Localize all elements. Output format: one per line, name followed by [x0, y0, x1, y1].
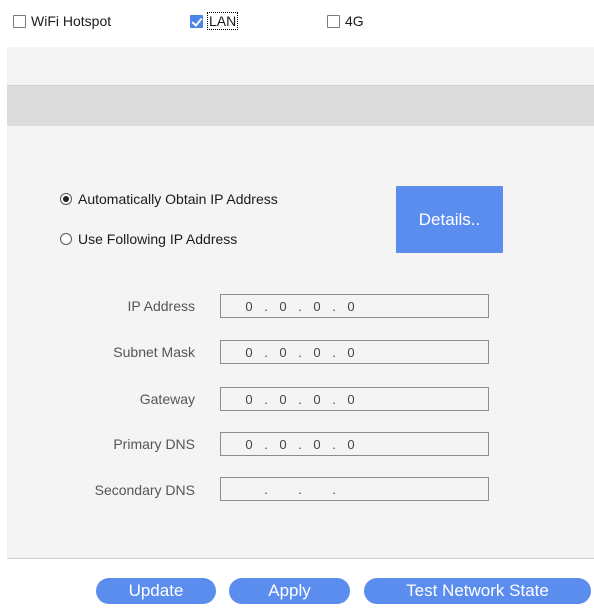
gateway-field[interactable]: 0. 0. 0. 0 — [220, 387, 489, 411]
tab-4g-label: 4G — [345, 13, 364, 29]
subnet-octet-2: 0 — [279, 344, 287, 360]
pdns-octet-4: 0 — [347, 436, 355, 452]
subnet-mask-label: Subnet Mask — [113, 344, 195, 360]
gateway-octet-2: 0 — [279, 391, 287, 407]
ip-address-label: IP Address — [127, 298, 195, 314]
section-bar — [7, 85, 594, 126]
details-button[interactable]: Details.. — [396, 186, 503, 253]
test-network-state-button[interactable]: Test Network State — [364, 578, 591, 604]
primary-dns-field[interactable]: 0. 0. 0. 0 — [220, 432, 489, 456]
ip-address-field[interactable]: 0. 0. 0. 0 — [220, 294, 489, 318]
apply-button[interactable]: Apply — [229, 578, 350, 604]
gateway-octet-1: 0 — [245, 391, 253, 407]
ip-octet-2: 0 — [279, 298, 287, 314]
gateway-octet-4: 0 — [347, 391, 355, 407]
update-button[interactable]: Update — [96, 578, 216, 604]
manual-ip-label: Use Following IP Address — [78, 231, 238, 247]
auto-ip-option[interactable]: Automatically Obtain IP Address — [60, 191, 278, 207]
lan-checkbox[interactable] — [190, 14, 203, 28]
panel-header — [7, 47, 594, 85]
pdns-octet-3: 0 — [313, 436, 321, 452]
manual-ip-radio[interactable] — [60, 233, 72, 245]
gateway-octet-3: 0 — [313, 391, 321, 407]
subnet-octet-1: 0 — [245, 344, 253, 360]
ip-octet-3: 0 — [313, 298, 321, 314]
secondary-dns-label: Secondary DNS — [94, 482, 195, 498]
pdns-octet-2: 0 — [279, 436, 287, 452]
gateway-label: Gateway — [139, 391, 195, 407]
tab-4g[interactable]: 4G — [327, 12, 364, 30]
wifi-hotspot-checkbox[interactable] — [13, 14, 26, 28]
secondary-dns-field[interactable]: . . . — [220, 477, 489, 501]
ip-octet-4: 0 — [347, 298, 355, 314]
tab-wifi-hotspot-label: WiFi Hotspot — [31, 13, 112, 29]
subnet-mask-field[interactable]: 0. 0. 0. 0 — [220, 340, 489, 364]
auto-ip-radio[interactable] — [60, 193, 72, 205]
subnet-octet-3: 0 — [313, 344, 321, 360]
ip-octet-1: 0 — [245, 298, 253, 314]
auto-ip-label: Automatically Obtain IP Address — [78, 191, 278, 207]
tab-wifi-hotspot[interactable]: WiFi Hotspot — [13, 12, 111, 30]
pdns-octet-1: 0 — [245, 436, 253, 452]
manual-ip-option[interactable]: Use Following IP Address — [60, 231, 237, 247]
primary-dns-label: Primary DNS — [113, 436, 195, 452]
4g-checkbox[interactable] — [327, 14, 340, 28]
tab-lan[interactable]: LAN — [190, 12, 239, 30]
tab-lan-label: LAN — [206, 12, 239, 30]
subnet-octet-4: 0 — [347, 344, 355, 360]
